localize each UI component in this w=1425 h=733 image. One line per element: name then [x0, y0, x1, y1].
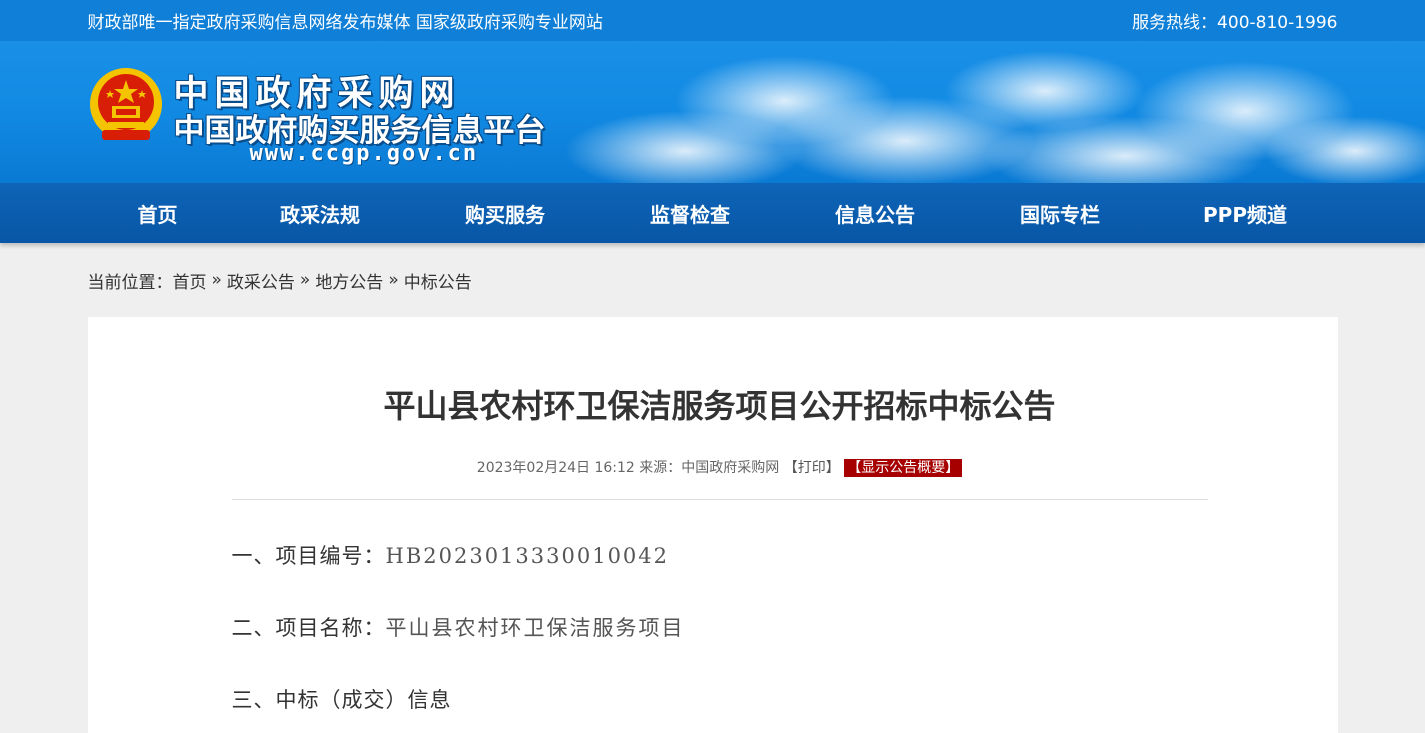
breadcrumb-separator: »: [388, 270, 399, 290]
breadcrumb-award-announcements[interactable]: 中标公告: [404, 268, 472, 293]
article-meta: 2023年02月24日 16:12 来源：中国政府采购网 【打印】 【显示公告概…: [231, 457, 1208, 500]
article-date-source: 2023年02月24日 16:12 来源：: [476, 460, 682, 476]
breadcrumb-separator: »: [299, 270, 311, 290]
article-source: 中国政府采购网: [681, 460, 780, 476]
main-nav: 首页 政采法规 购买服务 监督检查 信息公告 国际专栏 PPP频道: [0, 183, 1425, 243]
section-project-name: 二、项目名称：平山县农村环卫保洁服务项目: [232, 612, 1208, 642]
section-label: 三、中标（成交）信息: [231, 688, 452, 712]
nav-item-home[interactable]: 首页: [88, 199, 228, 228]
section-value: 平山县农村环卫保洁服务项目: [385, 616, 685, 640]
section-award-info: 三、中标（成交）信息: [232, 684, 1208, 714]
service-hotline: 服务热线：400-810-1996: [1132, 13, 1338, 33]
breadcrumb: 当前位置： 首页 » 政采公告 » 地方公告 » 中标公告: [88, 243, 1338, 317]
slogan-text: 财政部唯一指定政府采购信息网络发布媒体 国家级政府采购专业网站: [87, 13, 603, 33]
show-summary-button[interactable]: 【显示公告概要】: [844, 459, 963, 477]
breadcrumb-procurement-announcements[interactable]: 政采公告: [227, 268, 295, 293]
article-container: 平山县农村环卫保洁服务项目公开招标中标公告 2023年02月24日 16:12 …: [87, 317, 1338, 733]
section-value: HB2023013330010042: [385, 544, 670, 568]
nav-item-regulations[interactable]: 政采法规: [228, 199, 413, 228]
section-project-number: 一、项目编号：HB2023013330010042: [232, 540, 1208, 570]
breadcrumb-home[interactable]: 首页: [173, 268, 207, 293]
section-label: 一、项目编号：: [231, 544, 386, 568]
section-label: 二、项目名称：: [231, 616, 386, 640]
nav-item-purchase-services[interactable]: 购买服务: [413, 199, 598, 228]
national-emblem-icon: [89, 68, 162, 140]
site-logo-url: www.ccgp.gov.cn: [249, 141, 479, 166]
site-banner: 中国政府采购网 中国政府购买服务信息平台 www.ccgp.gov.cn: [0, 41, 1425, 183]
nav-item-supervision[interactable]: 监督检查: [598, 199, 783, 228]
print-link[interactable]: 【打印】: [784, 460, 840, 476]
nav-item-announcements[interactable]: 信息公告: [783, 199, 968, 228]
breadcrumb-local-announcements[interactable]: 地方公告: [315, 268, 383, 293]
breadcrumb-separator: »: [211, 270, 222, 290]
top-bar: 财政部唯一指定政府采购信息网络发布媒体 国家级政府采购专业网站 服务热线：400…: [0, 0, 1425, 41]
article-title: 平山县农村环卫保洁服务项目公开招标中标公告: [383, 387, 1056, 425]
nav-item-international[interactable]: 国际专栏: [968, 199, 1153, 228]
breadcrumb-prefix: 当前位置：: [87, 272, 173, 293]
nav-item-ppp[interactable]: PPP频道: [1153, 199, 1338, 228]
